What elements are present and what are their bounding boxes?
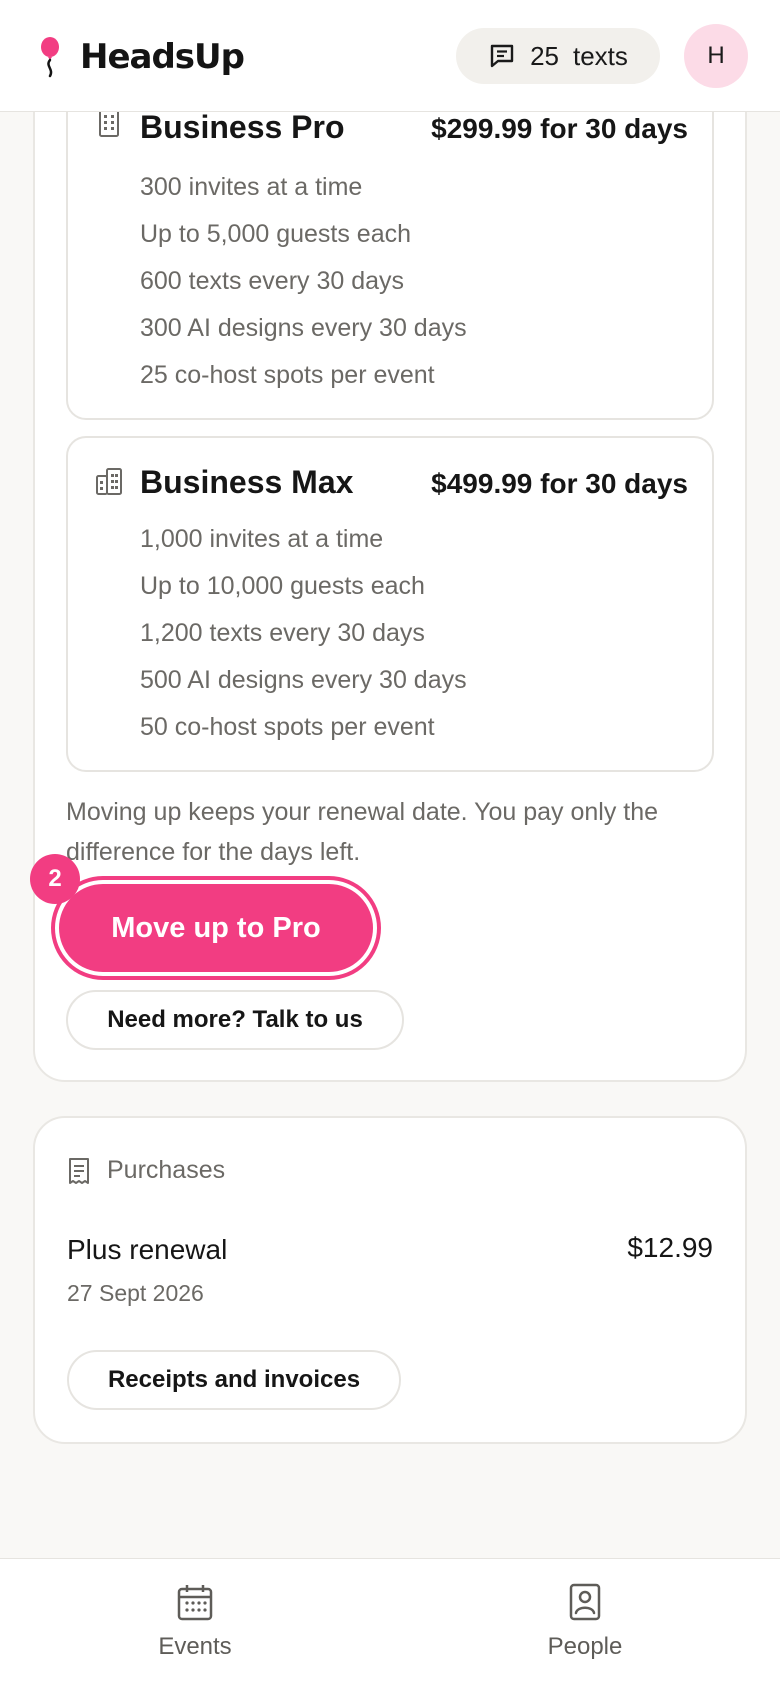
avatar[interactable]: H	[684, 24, 748, 88]
calendar-icon	[177, 1585, 213, 1621]
nav-label-people: People	[547, 1633, 623, 1660]
plan-feature: Up to 10,000 guests each	[140, 572, 425, 600]
plan-feature-list: 1,000 invites at a time Up to 10,000 gue…	[140, 516, 467, 751]
plan-feature: 300 invites at a time	[140, 173, 363, 201]
plan-feature: Up to 5,000 guests each	[140, 220, 412, 248]
nav-label-events: Events	[158, 1633, 232, 1660]
receipt-icon	[69, 1157, 89, 1184]
brand-name: HeadsUp	[80, 37, 245, 77]
purchases-card: Purchases Plus renewal 27 Sept 2026 $12.…	[33, 1116, 747, 1444]
move-up-to-pro-button[interactable]: Move up to Pro	[55, 880, 377, 976]
plan-name: Business Pro	[140, 109, 345, 145]
texts-label: texts	[573, 40, 628, 71]
step-badge: 2	[30, 854, 80, 904]
purchase-item-name: Plus renewal	[67, 1234, 228, 1265]
buildings-icon	[96, 468, 122, 495]
plan-feature: 600 texts every 30 days	[140, 267, 405, 295]
message-icon	[490, 44, 514, 68]
plan-card-business-max[interactable]: Business Max $499.99 for 30 days 1,000 i…	[66, 436, 714, 772]
plan-feature: 1,000 invites at a time	[140, 525, 384, 553]
bottom-nav: Events People	[0, 1558, 780, 1688]
purchase-item-price: $12.99	[627, 1232, 713, 1263]
plan-feature: 500 AI designs every 30 days	[140, 666, 467, 694]
renewal-note: Moving up keeps your renewal date. You p…	[66, 798, 659, 866]
texts-count: 25	[530, 40, 559, 71]
purchases-title: Purchases	[107, 1156, 226, 1184]
nav-item-people[interactable]: People	[505, 1583, 665, 1661]
building-icon	[99, 109, 119, 137]
plan-card-business-pro[interactable]: Business Pro $299.99 for 30 days 300 inv…	[66, 60, 714, 420]
purchase-item-date: 27 Sept 2026	[67, 1280, 204, 1306]
plan-feature: 300 AI designs every 30 days	[140, 314, 467, 342]
plan-name: Business Max	[140, 464, 354, 500]
receipts-button[interactable]: Receipts and invoices	[67, 1350, 401, 1410]
nav-item-events[interactable]: Events	[115, 1583, 275, 1661]
logo[interactable]: HeadsUp	[38, 34, 245, 80]
app-header: HeadsUp 25 texts H	[0, 0, 780, 112]
plan-feature-list: 300 invites at a time Up to 5,000 guests…	[140, 164, 467, 399]
plan-feature: 50 co-host spots per event	[140, 713, 435, 741]
plan-price: $299.99 for 30 days	[431, 113, 688, 144]
plan-price: $499.99 for 30 days	[431, 468, 688, 499]
talk-to-us-button[interactable]: Need more? Talk to us	[66, 990, 404, 1050]
purchases-heading: Purchases	[67, 1156, 225, 1185]
balloon-icon	[41, 37, 59, 78]
plan-feature: 25 co-host spots per event	[140, 361, 435, 389]
contacts-icon	[569, 1583, 601, 1621]
plan-feature: 1,200 texts every 30 days	[140, 619, 425, 647]
texts-balance-pill[interactable]: 25 texts	[456, 28, 660, 84]
